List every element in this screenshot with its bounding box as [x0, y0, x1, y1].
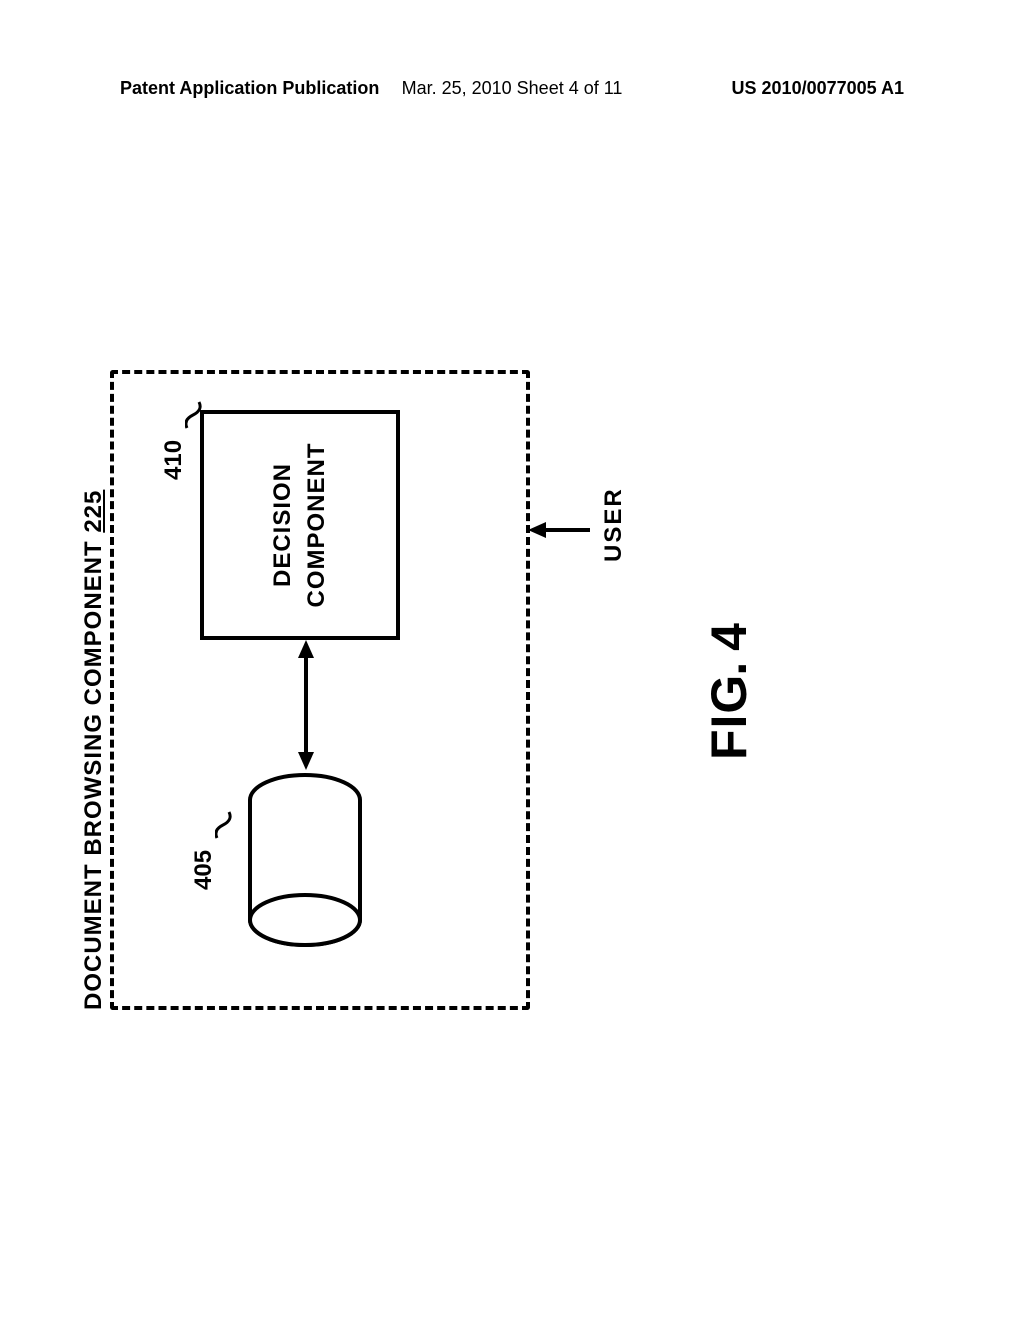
reference-numeral-410: 410 [160, 440, 188, 480]
database-cylinder-icon [230, 770, 380, 950]
publication-number: US 2010/0077005 A1 [732, 78, 904, 99]
date-sheet-info: Mar. 25, 2010 Sheet 4 of 11 [402, 78, 623, 99]
figure-caption-number: 4 [701, 622, 757, 666]
user-label: USER [600, 487, 628, 562]
reference-numeral-405: 405 [190, 850, 218, 890]
publication-type: Patent Application Publication [120, 78, 379, 99]
bidirectional-arrow [296, 640, 316, 770]
container-title: DOCUMENT BROWSING COMPONENT 225 [80, 490, 108, 1010]
figure-caption-prefix: FIG [701, 674, 757, 760]
decision-component-label: DECISION COMPONENT [266, 443, 333, 608]
user-input-arrow [530, 520, 590, 540]
container-title-text: DOCUMENT BROWSING COMPONENT [80, 533, 107, 1010]
figure-caption: FIG. 4 [700, 622, 758, 760]
figure-stage: DOCUMENT BROWSING COMPONENT 225 405 410 … [100, 370, 800, 1010]
container-title-number: 225 [80, 490, 107, 533]
decision-component-box: DECISION COMPONENT [200, 410, 400, 640]
page-header: Patent Application Publication Mar. 25, … [0, 78, 1024, 99]
